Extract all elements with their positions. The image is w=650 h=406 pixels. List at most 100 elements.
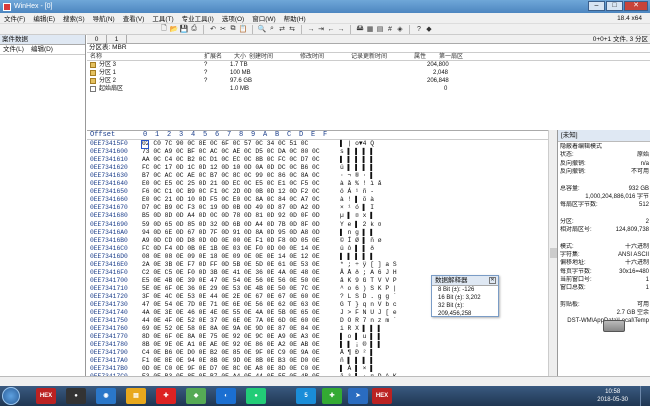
window-title: WinHex - [0] xyxy=(14,3,53,10)
replace-hex-icon[interactable]: ⇆ xyxy=(288,25,296,33)
hex-editor[interactable]: Offset 0 1 2 3 4 5 6 7 8 9 A B C D E F 0… xyxy=(87,130,557,380)
calculator-icon[interactable]: ▤ xyxy=(376,25,384,33)
row-ext: ? xyxy=(204,78,208,84)
goto-offset-icon[interactable]: → xyxy=(307,25,315,33)
toolbar-separator xyxy=(203,24,204,34)
hex-col: 1 xyxy=(155,131,160,139)
tab-strip: 0 1 0+0+1 文件, 3 分区 xyxy=(87,35,650,44)
interp-16bit: 16 Bit (±): 3,202 xyxy=(438,295,481,301)
tab-0[interactable]: 0 xyxy=(87,35,107,44)
maximize-button[interactable]: □ xyxy=(606,1,623,11)
col-ext[interactable]: 扩展名 xyxy=(204,53,222,61)
replace-icon[interactable]: ⇄ xyxy=(278,25,286,33)
close-icon[interactable]: ✕ xyxy=(489,277,496,284)
menu-file[interactable]: 文件(F) xyxy=(0,13,29,23)
col-size[interactable]: 大小 xyxy=(234,53,246,61)
find-icon[interactable]: 🔍 xyxy=(258,25,267,33)
info-value: 原始 xyxy=(636,152,649,159)
hex-col: F xyxy=(323,131,328,139)
analysis-icon[interactable]: ◈ xyxy=(396,25,404,33)
menu-navigation[interactable]: 导航(N) xyxy=(89,13,119,23)
folder-taskbar-icon[interactable]: ▤ xyxy=(126,388,146,404)
case-data-menu: 文件(L) 编辑(D) xyxy=(0,45,85,55)
interp-8bit: 8 Bit (±): -126 xyxy=(438,287,475,293)
toolbar-separator xyxy=(301,24,302,34)
menu-tools[interactable]: 工具(T) xyxy=(148,13,177,23)
undo-icon[interactable]: ↶ xyxy=(209,25,217,33)
table-row[interactable]: 分区 3 ? 1.7 TB 204,800 xyxy=(87,61,650,69)
case-menu-file[interactable]: 文件(L) xyxy=(3,45,24,54)
info-key: 偏移地址: xyxy=(560,260,586,267)
menu-help[interactable]: 帮助(H) xyxy=(280,13,310,23)
bird-taskbar-icon[interactable]: ➤ xyxy=(348,388,368,404)
close-button[interactable]: ✕ xyxy=(624,1,648,11)
info-line: 反向撤销: n/a xyxy=(558,160,650,168)
info-value: ANSI ASCII xyxy=(617,251,649,258)
version-label: 18.4 x64 xyxy=(617,14,642,22)
menu-options[interactable]: 选项(O) xyxy=(218,13,248,23)
winhex-active-taskbar-icon[interactable]: HEX xyxy=(372,388,392,404)
info-line: 字符集: ANSI ASCII xyxy=(558,251,650,259)
find-hex-icon[interactable]: ⌕ xyxy=(268,25,276,33)
minimize-button[interactable]: – xyxy=(588,1,605,11)
hex-scrollbar[interactable] xyxy=(548,130,557,376)
info-value: 30x16=480 xyxy=(619,268,649,275)
show-desktop-button[interactable] xyxy=(640,386,650,406)
new-file-icon[interactable]: 🗋 xyxy=(160,25,168,33)
app-taskbar-icon[interactable]: ● xyxy=(66,388,86,404)
toolbar: 🗋 📂 💾 ⎙ ↶ ✂ ⧉ 📋 🔍 ⌕ ⇄ ⇆ → ⇥ ← → 🖴 ▦ ▤ # … xyxy=(0,24,650,35)
app4-taskbar-icon[interactable]: 5 xyxy=(296,388,316,404)
ram-editor-icon[interactable]: ▦ xyxy=(366,25,374,33)
hex-cursor xyxy=(141,140,149,149)
info-line: 每扇区字节数: 512 xyxy=(558,201,650,209)
open-folder-icon[interactable]: 📂 xyxy=(170,25,179,33)
medical-taskbar-icon[interactable]: ✚ xyxy=(156,388,176,404)
tab-1[interactable]: 1 xyxy=(107,35,127,44)
col-attributes[interactable]: 属性 xyxy=(414,53,426,61)
paste-icon[interactable]: 📋 xyxy=(239,25,248,33)
table-row[interactable]: 起始扇区 1.0 MB 0 xyxy=(87,85,650,93)
col-record-changed[interactable]: 记录更新时间 xyxy=(351,53,387,61)
help-icon[interactable]: ? xyxy=(415,25,423,33)
info-line: 模式: 十六进制 xyxy=(558,243,650,251)
info-key: 每扇区字节数: xyxy=(560,202,598,209)
menu-search[interactable]: 搜索(S) xyxy=(59,13,89,23)
print-icon[interactable]: ⎙ xyxy=(190,25,198,33)
info-line: 分区: 2 xyxy=(558,218,650,226)
col-modified[interactable]: 修改时间 xyxy=(300,53,324,61)
info-line: 隐蔽着编辑模式 xyxy=(558,143,650,151)
col-first-sector[interactable]: 第一扇区 xyxy=(439,53,463,61)
menu-view[interactable]: 查看(V) xyxy=(119,13,149,23)
col-created[interactable]: 创建时间 xyxy=(249,53,273,61)
menu-window[interactable]: 窗口(W) xyxy=(248,13,279,23)
offset-header: Offset xyxy=(90,131,116,139)
row-ext: ? xyxy=(204,62,208,68)
app3-taskbar-icon[interactable]: ● xyxy=(246,388,266,404)
hex-col: 9 xyxy=(251,131,256,139)
data-interpreter-window[interactable]: 数据解释器 ✕ 8 Bit (±): -126 16 Bit (±): 3,20… xyxy=(431,275,499,317)
scroll-thumb[interactable] xyxy=(550,248,557,258)
hex-col: 3 xyxy=(179,131,184,139)
app2-taskbar-icon[interactable]: ◐ xyxy=(216,388,236,404)
browser-taskbar-icon[interactable]: ◉ xyxy=(96,388,116,404)
table-row[interactable]: 分区 1 ? 100 MB 2,048 xyxy=(87,69,650,77)
tool-taskbar-icon[interactable]: ◆ xyxy=(186,388,206,404)
cross-taskbar-icon[interactable]: ✚ xyxy=(322,388,342,404)
cut-icon[interactable]: ✂ xyxy=(219,25,227,33)
open-disk-icon[interactable]: 🖴 xyxy=(356,25,364,33)
case-menu-edit[interactable]: 编辑(D) xyxy=(31,45,53,54)
hash-icon[interactable]: # xyxy=(386,25,394,33)
table-row[interactable]: 分区 2 ? 97.6 GB 206,848 xyxy=(87,77,650,85)
copy-icon[interactable]: ⧉ xyxy=(229,25,237,33)
menu-specialist-tools[interactable]: 专业工具(I) xyxy=(178,13,218,23)
save-icon[interactable]: 💾 xyxy=(180,25,189,33)
bookmark-icon[interactable]: ◆ xyxy=(425,25,433,33)
col-name[interactable]: 名称 xyxy=(90,53,102,61)
forward-icon[interactable]: → xyxy=(337,25,345,33)
winhex-taskbar-icon[interactable]: HEX xyxy=(36,388,56,404)
goto-sector-icon[interactable]: ⇥ xyxy=(317,25,325,33)
back-icon[interactable]: ← xyxy=(327,25,335,33)
menu-edit[interactable]: 编辑(E) xyxy=(29,13,59,23)
start-button[interactable] xyxy=(2,387,20,405)
file-icon xyxy=(90,86,96,92)
